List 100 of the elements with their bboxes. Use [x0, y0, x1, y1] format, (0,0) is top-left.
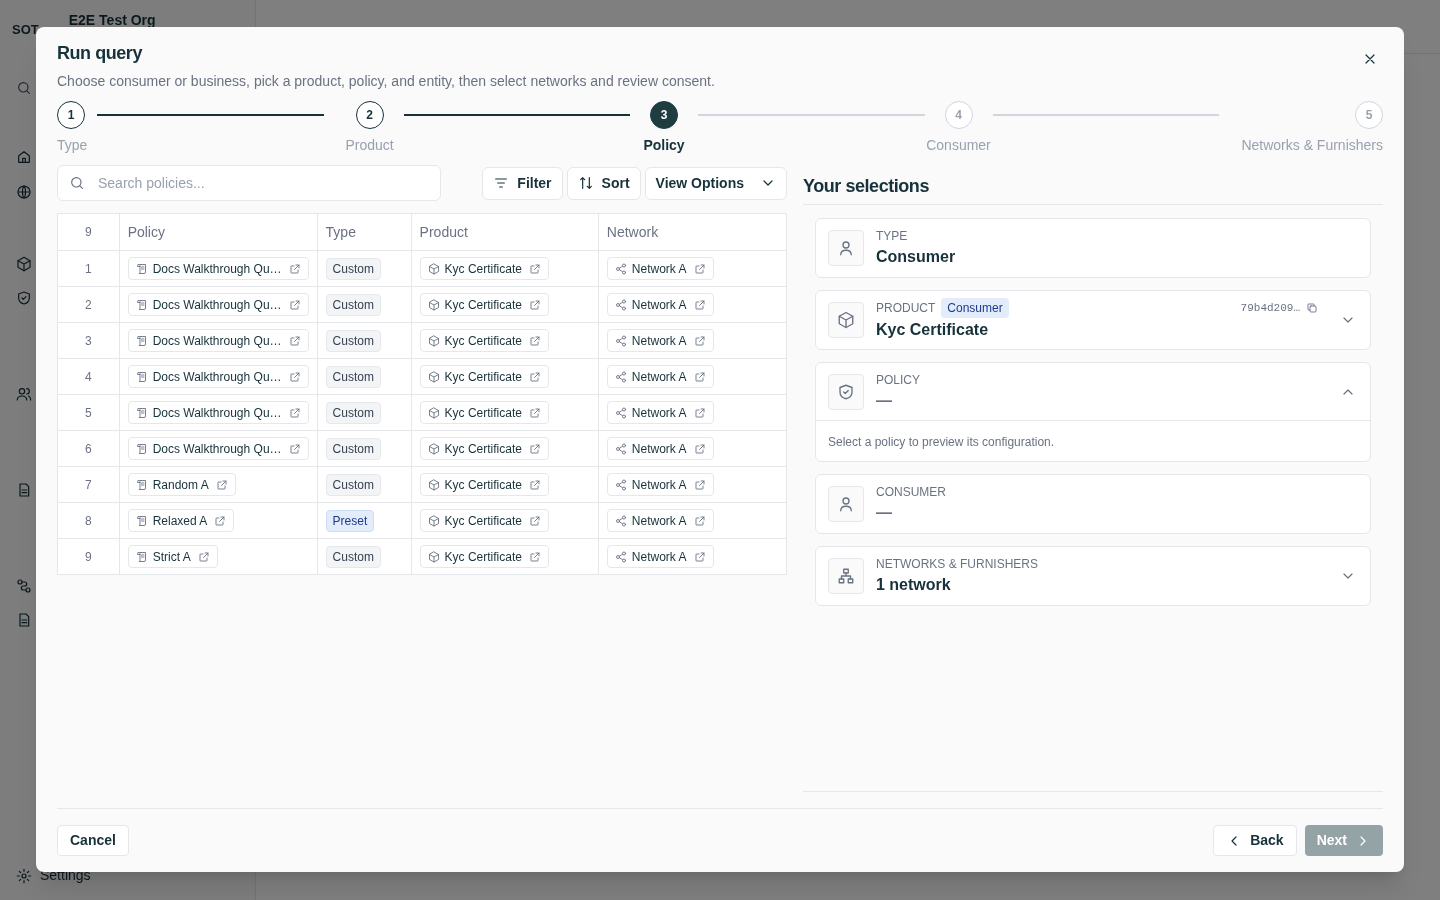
- row-number: 1: [57, 250, 120, 287]
- external-link-icon: [693, 334, 706, 347]
- link-chip[interactable]: Network A: [606, 545, 714, 568]
- type-badge: Custom: [325, 437, 381, 460]
- link-chip[interactable]: Relaxed A: [127, 509, 235, 532]
- cube-icon: [427, 442, 440, 455]
- filter-button[interactable]: Filter: [482, 166, 563, 200]
- link-chip[interactable]: Network A: [606, 401, 714, 424]
- cube-icon: [427, 334, 440, 347]
- column-header[interactable]: Policy: [119, 213, 318, 251]
- type-badge: Custom: [325, 329, 381, 352]
- link-chip[interactable]: Kyc Certificate: [419, 545, 549, 568]
- link-chip[interactable]: Network A: [606, 329, 714, 352]
- link-chip[interactable]: Kyc Certificate: [419, 329, 549, 352]
- copy-icon: [1306, 302, 1318, 314]
- link-chip[interactable]: Strict A: [127, 545, 218, 568]
- link-chip[interactable]: Docs Walkthrough Qu…: [127, 437, 309, 460]
- scroll-icon: [135, 550, 148, 563]
- external-link-icon: [215, 478, 228, 491]
- back-button[interactable]: Back: [1213, 825, 1297, 856]
- row-number: 7: [57, 466, 120, 503]
- scroll-icon: [135, 334, 148, 347]
- link-chip[interactable]: Kyc Certificate: [419, 437, 549, 460]
- link-chip[interactable]: Network A: [606, 437, 714, 460]
- external-link-icon: [693, 370, 706, 383]
- link-chip[interactable]: Kyc Certificate: [419, 401, 549, 424]
- link-chip[interactable]: Docs Walkthrough Qu…: [127, 293, 309, 316]
- scroll-icon: [135, 370, 148, 383]
- link-chip[interactable]: Network A: [606, 293, 714, 316]
- selection-card[interactable]: NETWORKS & FURNISHERS 1 network: [815, 546, 1371, 606]
- external-link-icon: [288, 442, 301, 455]
- share-icon: [614, 334, 627, 347]
- row-number: 4: [57, 358, 120, 395]
- link-chip[interactable]: Kyc Certificate: [419, 365, 549, 388]
- card-value: —: [876, 390, 892, 411]
- external-link-icon: [528, 514, 541, 527]
- row-number: 3: [57, 322, 120, 359]
- sort-button[interactable]: Sort: [566, 166, 641, 200]
- sort-icon: [577, 175, 594, 191]
- link-chip[interactable]: Kyc Certificate: [419, 257, 549, 280]
- link-chip[interactable]: Docs Walkthrough Qu…: [127, 257, 309, 280]
- type-badge: Preset: [325, 509, 375, 532]
- share-icon: [614, 298, 627, 311]
- link-chip[interactable]: Network A: [606, 365, 714, 388]
- card-label: TYPE: [876, 228, 908, 245]
- external-link-icon: [288, 334, 301, 347]
- link-chip[interactable]: Docs Walkthrough Qu…: [127, 401, 309, 424]
- selection-card[interactable]: POLICY — Select a policy to preview its configuration.: [815, 362, 1371, 462]
- external-link-icon: [693, 514, 706, 527]
- org-name[interactable]: E2E Test Org: [68, 10, 156, 31]
- link-chip[interactable]: Docs Walkthrough Qu…: [127, 329, 309, 352]
- external-link-icon: [197, 550, 210, 563]
- external-link-icon: [214, 514, 227, 527]
- share-icon: [614, 478, 627, 491]
- link-chip[interactable]: Kyc Certificate: [419, 509, 549, 532]
- external-link-icon: [528, 298, 541, 311]
- share-icon: [614, 550, 627, 563]
- step-label: Policy: [643, 136, 685, 155]
- cube-icon: [427, 406, 440, 419]
- external-link-icon: [288, 262, 301, 275]
- share-icon: [614, 442, 627, 455]
- row-number: 5: [57, 394, 120, 431]
- cube-icon: [427, 550, 440, 563]
- link-chip[interactable]: Kyc Certificate: [419, 293, 549, 316]
- link-chip[interactable]: Network A: [606, 473, 714, 496]
- external-link-icon: [288, 406, 301, 419]
- shield-icon: [16, 290, 32, 306]
- settings-icon: [16, 867, 32, 884]
- cube-icon: [837, 311, 855, 329]
- link-chip[interactable]: Random A: [127, 473, 236, 496]
- link-chip[interactable]: Kyc Certificate: [419, 473, 549, 496]
- external-link-icon: [528, 478, 541, 491]
- cancel-button[interactable]: Cancel: [57, 825, 129, 856]
- type-badge: Consumer: [941, 298, 1009, 318]
- share-icon: [614, 370, 627, 383]
- row-number: 2: [57, 286, 120, 323]
- external-link-icon: [528, 442, 541, 455]
- row-number: 9: [57, 538, 120, 575]
- step-label: Networks & Furnishers: [1241, 136, 1383, 155]
- column-header[interactable]: Network: [598, 213, 787, 251]
- link-chip[interactable]: Docs Walkthrough Qu…: [127, 365, 309, 388]
- type-badge: Custom: [325, 257, 381, 280]
- product-id: 79b4d209…: [1240, 300, 1300, 316]
- copy-button[interactable]: [1306, 302, 1318, 314]
- share-icon: [614, 406, 627, 419]
- cube-icon: [427, 478, 440, 491]
- shield-icon: [837, 382, 855, 401]
- view-options-button[interactable]: View Options: [644, 166, 787, 200]
- column-header[interactable]: Product: [411, 213, 599, 251]
- link-chip[interactable]: Network A: [606, 509, 714, 532]
- card-value: Consumer: [876, 247, 956, 267]
- column-header[interactable]: Type: [317, 213, 412, 251]
- card-label: CONSUMER: [876, 484, 946, 501]
- brand-logo: SOT: [12, 21, 39, 39]
- link-chip[interactable]: Network A: [606, 257, 714, 280]
- cube-icon: [427, 298, 440, 311]
- selection-card[interactable]: PRODUCT Consumer 79b4d209… Kyc Certificate: [815, 290, 1371, 350]
- card-label: POLICY: [876, 371, 920, 389]
- type-badge: Custom: [325, 401, 381, 424]
- search-field[interactable]: Search policies...: [57, 165, 441, 201]
